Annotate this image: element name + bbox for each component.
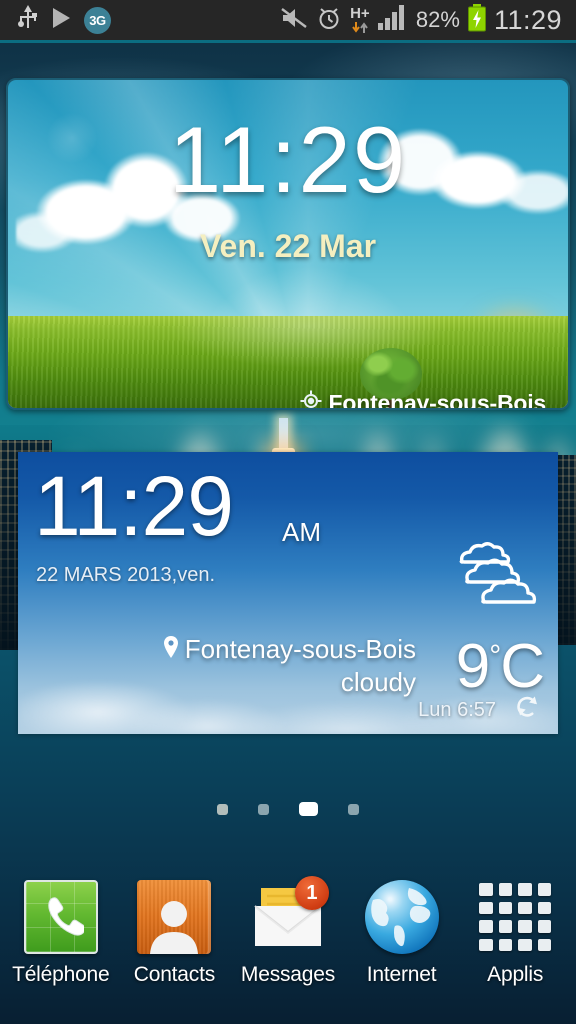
accuweather-location-row: Fontenay-sous-Bois bbox=[300, 390, 547, 410]
accuweather-widget[interactable]: 11:29 Ven. 22 Mar 8°C AccuWeather.com Fo… bbox=[6, 78, 570, 410]
status-bar-clock: 11:29 bbox=[493, 4, 562, 35]
status-bar-left-icons: 3G bbox=[0, 4, 111, 36]
hplus-data-icon: H+ bbox=[350, 6, 370, 34]
signal-bars-icon bbox=[377, 5, 408, 35]
page-dot-3-active[interactable] bbox=[299, 802, 318, 816]
play-icon bbox=[49, 6, 73, 35]
messages-unread-badge: 1 bbox=[294, 876, 329, 910]
globe-icon[interactable] bbox=[364, 880, 439, 954]
clock-weather-time: 11:29 bbox=[34, 459, 234, 553]
person-icon[interactable] bbox=[137, 880, 212, 954]
clock-weather-date: 22 MARS 2013,ven. bbox=[36, 564, 215, 586]
accuweather-clock: 11:29 bbox=[168, 107, 408, 212]
page-indicator bbox=[0, 798, 576, 820]
envelope-icon[interactable]: 1 bbox=[251, 876, 329, 954]
status-bar-right-icons: H+ 82% 11:29 bbox=[280, 3, 576, 37]
page-dot-2[interactable] bbox=[258, 803, 269, 815]
app-grid-icon[interactable] bbox=[478, 880, 552, 954]
clock-weather-location-row: Fontenay-sous-Bois bbox=[163, 634, 416, 665]
dock-item-messages[interactable]: 1 Messages bbox=[233, 876, 343, 987]
battery-charging-icon bbox=[467, 3, 486, 37]
accuweather-date: Ven. 22 Mar bbox=[199, 228, 377, 264]
dock-label-messages: Messages bbox=[240, 963, 336, 986]
clock-weather-condition: cloudy bbox=[340, 667, 416, 697]
accuweather-temperature: 8°C bbox=[32, 398, 97, 408]
dock-label-phone: Téléphone bbox=[12, 963, 110, 986]
dock: Téléphone Contacts 1 Messages Internet A… bbox=[0, 864, 576, 1024]
map-pin-icon bbox=[163, 635, 179, 664]
refresh-icon[interactable] bbox=[514, 693, 540, 724]
dock-label-contacts: Contacts bbox=[133, 963, 216, 986]
dock-item-contacts[interactable]: Contacts bbox=[119, 880, 229, 987]
clock-weather-city: Fontenay-sous-Bois bbox=[184, 634, 416, 664]
accuweather-city: Fontenay-sous-Bois bbox=[328, 390, 547, 410]
page-dot-4[interactable] bbox=[348, 803, 359, 815]
clouds-icon bbox=[454, 540, 540, 619]
battery-percent-label: 82% bbox=[415, 7, 460, 32]
dock-label-internet: Internet bbox=[366, 963, 437, 986]
dock-item-internet[interactable]: Internet bbox=[347, 880, 457, 987]
phone-icon[interactable] bbox=[23, 880, 98, 954]
status-accent-line bbox=[0, 40, 576, 43]
gps-crosshair-icon bbox=[300, 390, 322, 408]
mute-icon bbox=[280, 6, 308, 35]
dock-label-applis: Applis bbox=[487, 963, 544, 986]
clock-weather-temperature: 9°C bbox=[455, 632, 545, 701]
clock-weather-sunrise: Lun 6:57 bbox=[418, 699, 496, 721]
status-bar[interactable]: 3G H+ 82% 11:29 bbox=[0, 0, 576, 40]
page-dot-1[interactable] bbox=[217, 803, 228, 815]
alarm-icon bbox=[316, 5, 342, 36]
3g-badge-icon: 3G bbox=[84, 6, 111, 34]
dock-item-phone[interactable]: Téléphone bbox=[6, 880, 116, 987]
clock-weather-widget[interactable]: 11:29 AM 22 MARS 2013,ven. Fontenay-sous… bbox=[18, 452, 558, 734]
dock-item-applis[interactable]: Applis bbox=[460, 880, 570, 987]
clock-weather-ampm: AM bbox=[282, 517, 321, 547]
usb-icon bbox=[18, 4, 38, 36]
